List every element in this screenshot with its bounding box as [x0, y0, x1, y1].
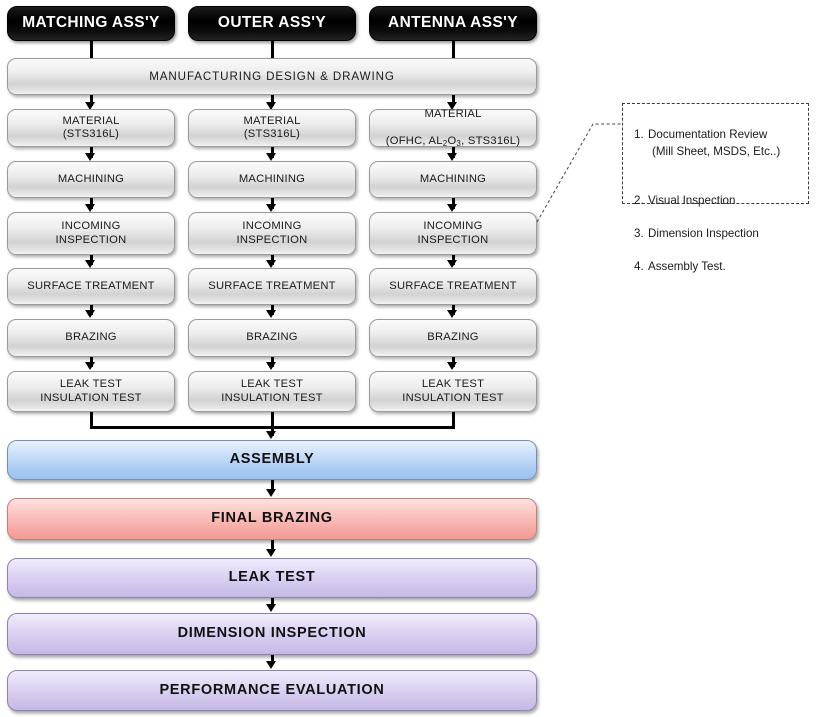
arrow-c3-s4 [447, 310, 457, 318]
step-outer-leak-insulation-test[interactable]: LEAK TEST INSULATION TEST [188, 371, 356, 412]
step-antenna-material-line2: (OFHC, AL2O3, STS316L) [385, 134, 521, 148]
step-manufacturing-design-drawing[interactable]: MANUFACTURING DESIGN & DRAWING [7, 58, 537, 95]
arrow-c2-s1 [266, 153, 276, 161]
list-item: 1. Documentation Review (Mill Sheet, MSDS… [634, 111, 799, 177]
arrow-bar-1 [266, 489, 276, 497]
connector-header-1 [90, 41, 93, 59]
arrow-c1-s2 [85, 204, 95, 212]
list-item-number: 4. [634, 260, 644, 274]
flowchart-canvas: MATCHING ASS'Y OUTER ASS'Y ANTENNA ASS'Y… [0, 0, 816, 717]
step-outer-surface-treatment-label: SURFACE TREATMENT [208, 279, 336, 292]
step-outer-material-label: MATERIAL (STS316L) [243, 114, 301, 140]
arrow-c1-s4 [85, 310, 95, 318]
list-item-text: Documentation Review [648, 128, 768, 142]
inspection-callout: 1. Documentation Review (Mill Sheet, MSDS… [622, 103, 809, 273]
step-matching-material[interactable]: MATERIAL (STS316L) [7, 109, 175, 147]
arrow-c2-s3 [266, 260, 276, 268]
step-outer-surface-treatment[interactable]: SURFACE TREATMENT [188, 268, 356, 305]
step-final-brazing[interactable]: FINAL BRAZING [7, 498, 537, 540]
step-dimension-inspection-label: DIMENSION INSPECTION [177, 625, 367, 642]
step-matching-brazing[interactable]: BRAZING [7, 319, 175, 357]
step-matching-material-label: MATERIAL (STS316L) [62, 114, 120, 140]
step-antenna-material-line1: MATERIAL [424, 108, 482, 121]
list-item-number: 1. [634, 128, 644, 142]
arrow-c3-s5 [447, 362, 457, 370]
step-antenna-surface-treatment-label: SURFACE TREATMENT [389, 279, 517, 292]
header-antenna-assy-label: ANTENNA ASS'Y [387, 14, 519, 32]
step-antenna-incoming-inspection[interactable]: INCOMING INSPECTION [369, 212, 537, 255]
step-performance-evaluation-label: PERFORMANCE EVALUATION [159, 681, 385, 698]
connector-header-3 [452, 41, 455, 59]
arrow-merge [266, 431, 276, 439]
step-matching-incoming-inspection[interactable]: INCOMING INSPECTION [7, 212, 175, 255]
step-outer-incoming-inspection[interactable]: INCOMING INSPECTION [188, 212, 356, 255]
arrow-c1-s5 [85, 362, 95, 370]
step-assembly-label: ASSEMBLY [229, 451, 315, 468]
arrow-c1-s1 [85, 153, 95, 161]
step-antenna-leak-insulation-test-label: LEAK TEST INSULATION TEST [402, 378, 504, 404]
step-antenna-incoming-inspection-label: INCOMING INSPECTION [417, 220, 489, 246]
arrow-c1-s3 [85, 260, 95, 268]
list-item-text: Assembly Test. [648, 260, 726, 274]
step-antenna-leak-insulation-test[interactable]: LEAK TEST INSULATION TEST [369, 371, 537, 412]
list-item: 4. Assembly Test. [634, 243, 799, 276]
step-antenna-machining[interactable]: MACHINING [369, 161, 537, 198]
step-matching-incoming-inspection-label: INCOMING INSPECTION [55, 220, 127, 246]
list-item: 2. Visual Inspection [634, 177, 799, 210]
step-manufacturing-design-drawing-label: MANUFACTURING DESIGN & DRAWING [149, 69, 395, 83]
arrow-bar-3 [266, 604, 276, 612]
step-performance-evaluation[interactable]: PERFORMANCE EVALUATION [7, 670, 537, 711]
header-outer-assy-label: OUTER ASS'Y [217, 14, 327, 32]
step-matching-surface-treatment-label: SURFACE TREATMENT [27, 279, 155, 292]
step-leak-test[interactable]: LEAK TEST [7, 558, 537, 598]
step-outer-incoming-inspection-label: INCOMING INSPECTION [236, 220, 308, 246]
step-antenna-surface-treatment[interactable]: SURFACE TREATMENT [369, 268, 537, 305]
step-antenna-brazing-label: BRAZING [427, 331, 479, 344]
step-antenna-machining-label: MACHINING [419, 172, 487, 185]
arrow-c3-s2 [447, 204, 457, 212]
list-item-text: Visual Inspection [648, 194, 736, 208]
step-matching-machining[interactable]: MACHINING [7, 161, 175, 198]
connector-header-2 [271, 41, 274, 59]
step-outer-brazing[interactable]: BRAZING [188, 319, 356, 357]
step-outer-machining-label: MACHINING [238, 172, 306, 185]
list-item-number: 2. [634, 194, 644, 208]
list-item: 3. Dimension Inspection [634, 210, 799, 243]
step-matching-leak-insulation-test[interactable]: LEAK TEST INSULATION TEST [7, 371, 175, 412]
inspection-callout-list: 1. Documentation Review (Mill Sheet, MSDS… [634, 111, 799, 276]
step-final-brazing-label: FINAL BRAZING [211, 510, 333, 527]
step-antenna-material[interactable]: MATERIAL (OFHC, AL2O3, STS316L) [369, 108, 537, 147]
arrow-c2-s5 [266, 362, 276, 370]
step-antenna-brazing[interactable]: BRAZING [369, 319, 537, 357]
step-assembly[interactable]: ASSEMBLY [7, 440, 537, 480]
step-antenna-material-label: MATERIAL (OFHC, AL2O3, STS316L) [386, 95, 520, 161]
arrow-c3-s3 [447, 260, 457, 268]
step-outer-machining[interactable]: MACHINING [188, 161, 356, 198]
arrow-bar-2 [266, 549, 276, 557]
header-matching-assy[interactable]: MATCHING ASS'Y [7, 6, 175, 41]
arrow-c2-s2 [266, 204, 276, 212]
list-item-text: Dimension Inspection [648, 227, 759, 241]
header-antenna-assy[interactable]: ANTENNA ASS'Y [369, 6, 537, 41]
arrow-bar-4 [266, 661, 276, 669]
step-matching-machining-label: MACHINING [57, 172, 125, 185]
list-item-number: 3. [634, 227, 644, 241]
step-matching-leak-insulation-test-label: LEAK TEST INSULATION TEST [40, 378, 142, 404]
step-matching-brazing-label: BRAZING [65, 331, 117, 344]
header-matching-assy-label: MATCHING ASS'Y [22, 14, 160, 32]
step-matching-surface-treatment[interactable]: SURFACE TREATMENT [7, 268, 175, 305]
step-dimension-inspection[interactable]: DIMENSION INSPECTION [7, 613, 537, 655]
step-leak-test-label: LEAK TEST [228, 569, 316, 586]
step-outer-brazing-label: BRAZING [246, 331, 298, 344]
list-item-subtext: (Mill Sheet, MSDS, Etc..) [652, 144, 781, 158]
arrow-c2-s4 [266, 310, 276, 318]
step-outer-leak-insulation-test-label: LEAK TEST INSULATION TEST [221, 378, 323, 404]
step-outer-material[interactable]: MATERIAL (STS316L) [188, 109, 356, 147]
header-outer-assy[interactable]: OUTER ASS'Y [188, 6, 356, 41]
